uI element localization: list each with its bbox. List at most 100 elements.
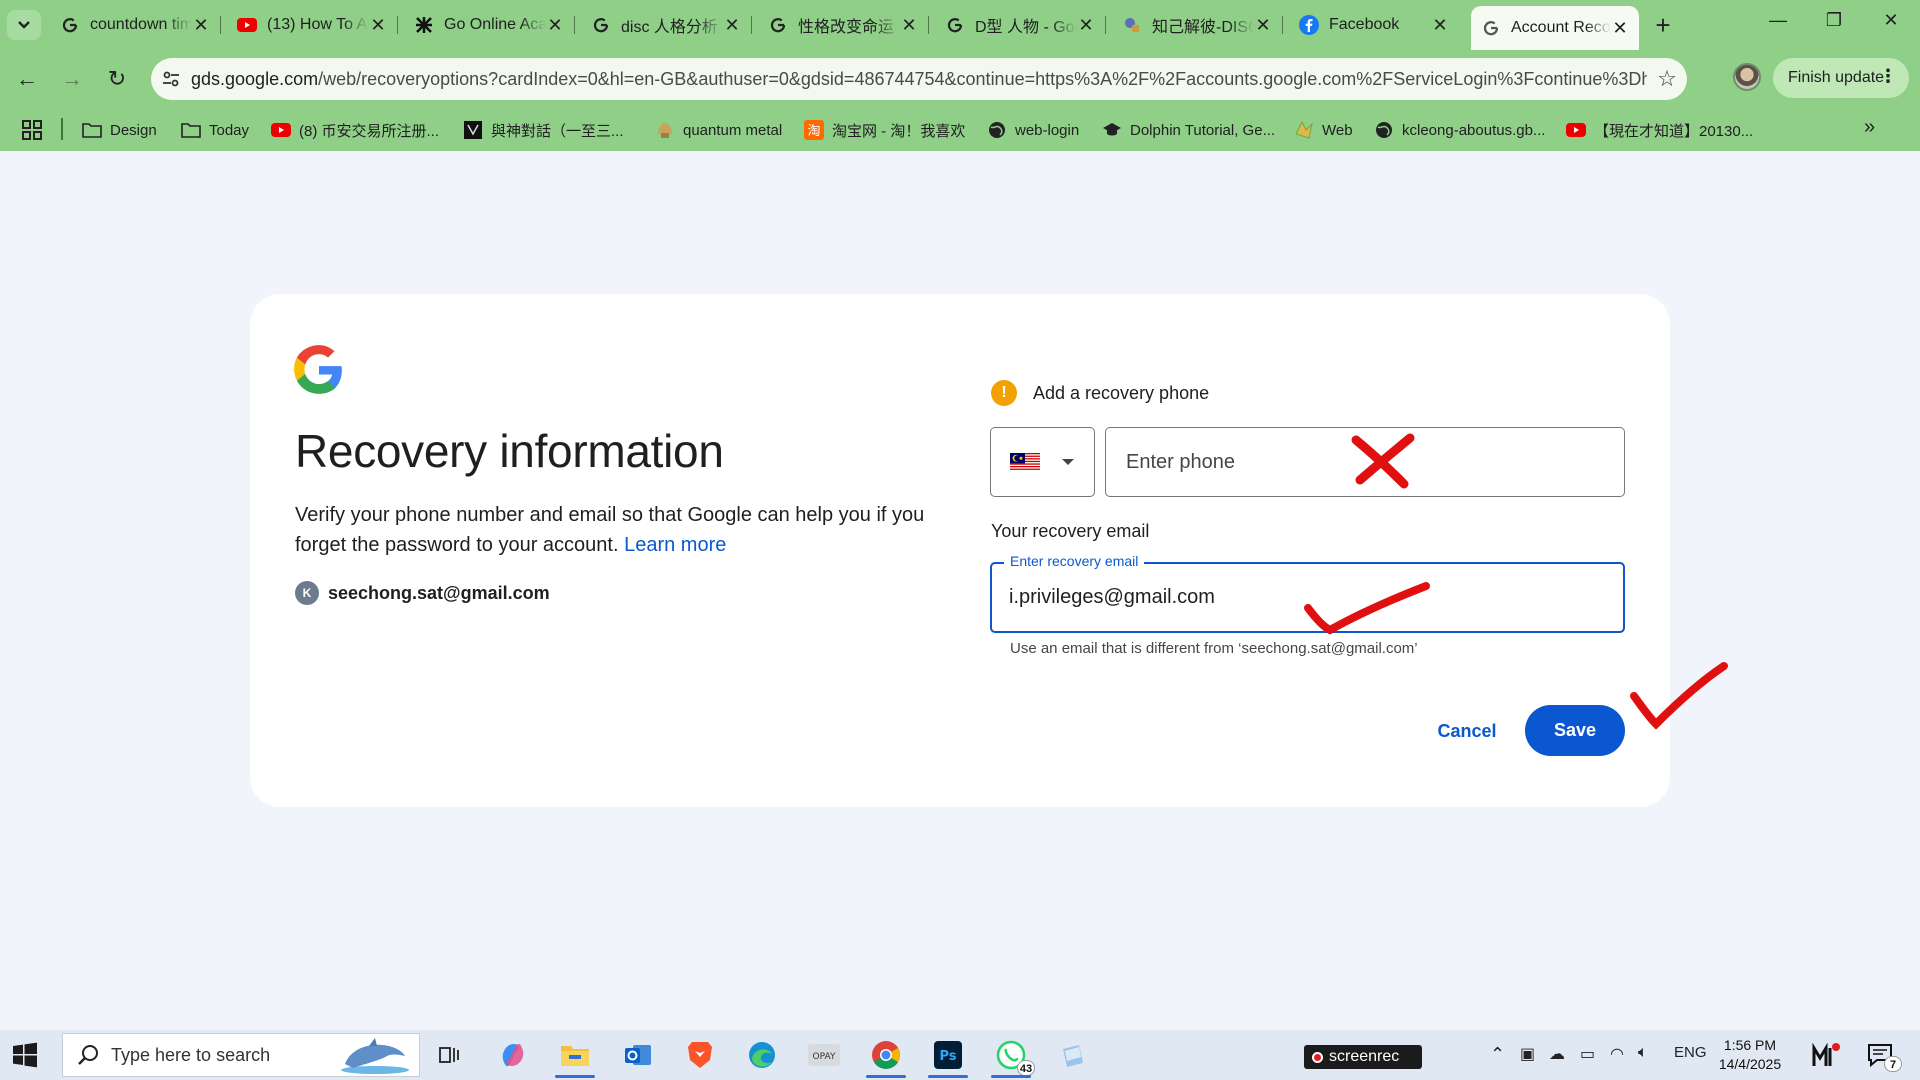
tab-go-online[interactable]: Go Online Acad ✕ bbox=[404, 8, 575, 42]
brave-browser-icon[interactable] bbox=[680, 1036, 720, 1074]
bookmarks-bar: Design Today (8) 币安交易所注册... 與神對話（一至三... … bbox=[0, 108, 1920, 151]
tab-account-recovery[interactable]: Account Recov ✕ bbox=[1471, 6, 1639, 50]
cloud-icon[interactable]: ☁ bbox=[1549, 1044, 1565, 1064]
screenrec-indicator[interactable]: screenrec bbox=[1304, 1045, 1422, 1069]
annotation-cross-icon bbox=[1351, 433, 1415, 489]
toolbar: ← → ↻ gds.google.com/web/recoveryoptions… bbox=[0, 50, 1920, 108]
language-indicator[interactable]: ENG bbox=[1674, 1044, 1707, 1061]
bookmarks-more-icon[interactable]: » bbox=[1864, 116, 1875, 139]
file-explorer-icon[interactable] bbox=[555, 1036, 595, 1078]
close-icon[interactable]: ✕ bbox=[1611, 18, 1629, 39]
forward-button[interactable]: → bbox=[55, 62, 89, 96]
photoshop-icon[interactable]: Ps bbox=[928, 1036, 968, 1078]
profile-avatar[interactable] bbox=[1733, 63, 1761, 91]
close-window-button[interactable]: ✕ bbox=[1871, 10, 1911, 40]
svg-text:淘: 淘 bbox=[807, 124, 820, 139]
wifi-icon[interactable]: ◠ bbox=[1610, 1044, 1624, 1064]
app-icon bbox=[1122, 15, 1142, 35]
phone-section-header: ! Add a recovery phone bbox=[991, 380, 1209, 406]
bookmark-web[interactable]: Web bbox=[1294, 117, 1353, 143]
close-icon[interactable]: ✕ bbox=[369, 15, 387, 36]
finish-update-button[interactable]: Finish update ⋮ bbox=[1773, 58, 1909, 98]
bookmark-design[interactable]: Design bbox=[82, 117, 157, 143]
volume-icon[interactable]: 🔈︎ bbox=[1638, 1044, 1648, 1062]
youtube-icon bbox=[1566, 120, 1586, 140]
arrow-left-icon: ← bbox=[16, 66, 38, 91]
site-info-icon[interactable] bbox=[151, 58, 191, 100]
clock[interactable]: 1:56 PM 14/4/2025 bbox=[1710, 1036, 1790, 1074]
save-button[interactable]: Save bbox=[1525, 705, 1625, 756]
task-view-icon[interactable] bbox=[430, 1036, 470, 1074]
copilot-icon[interactable] bbox=[493, 1036, 533, 1074]
tab-youtube[interactable]: (13) How To Ac ✕ bbox=[227, 8, 398, 42]
bookmark-quantum-metal[interactable]: quantum metal bbox=[655, 117, 782, 143]
battery-icon[interactable]: ▭ bbox=[1580, 1044, 1595, 1064]
active-indicator bbox=[991, 1075, 1031, 1078]
bookmark-taobao[interactable]: 淘 淘宝网 - 淘！我喜欢 bbox=[804, 117, 965, 143]
bookmark-star-icon[interactable]: ☆ bbox=[1647, 66, 1687, 92]
taskbar-search[interactable]: Type here to search bbox=[62, 1033, 420, 1077]
url-text: gds.google.com/web/recoveryoptions?cardI… bbox=[191, 68, 1647, 89]
record-icon bbox=[1312, 1051, 1323, 1063]
tab-search-button[interactable] bbox=[7, 10, 41, 40]
web-icon bbox=[1294, 120, 1314, 140]
tab-separator bbox=[1105, 16, 1106, 34]
tab-d-type[interactable]: D型 人物 - Goo ✕ bbox=[935, 8, 1106, 42]
close-icon[interactable]: ✕ bbox=[192, 15, 210, 36]
app-tray-icon[interactable] bbox=[1806, 1036, 1846, 1074]
close-icon[interactable]: ✕ bbox=[546, 15, 564, 36]
back-button[interactable]: ← bbox=[10, 62, 44, 96]
tab-disc[interactable]: disc 人格分析 ✕ bbox=[581, 8, 752, 42]
avatar: K bbox=[295, 581, 319, 605]
tab-separator bbox=[1282, 16, 1283, 34]
opay-icon[interactable]: OPAY bbox=[804, 1036, 844, 1074]
restore-button[interactable]: ❐ bbox=[1814, 10, 1854, 40]
notepad-app-icon[interactable] bbox=[1053, 1036, 1093, 1074]
tab-countdown[interactable]: countdown timer ✕ bbox=[50, 8, 221, 42]
google-g-icon bbox=[1481, 18, 1501, 38]
chevron-up-icon[interactable]: ⌃ bbox=[1490, 1044, 1505, 1065]
bookmark-kcleong[interactable]: kcleong-aboutus.gb... bbox=[1374, 117, 1545, 143]
bookmark-today[interactable]: Today bbox=[181, 117, 249, 143]
reload-button[interactable]: ↻ bbox=[100, 62, 134, 96]
close-icon[interactable]: ✕ bbox=[723, 15, 741, 36]
recovery-email-input[interactable] bbox=[1009, 582, 1589, 612]
windows-start-icon[interactable] bbox=[12, 1042, 38, 1068]
tab-disc-2[interactable]: 知己解彼-DISC ✕ bbox=[1112, 8, 1283, 42]
bookmark-now-know[interactable]: 【現在才知道】20130... bbox=[1566, 117, 1753, 143]
email-hint: Use an email that is different from ‘see… bbox=[1010, 640, 1418, 657]
account-chip: K seechong.sat@gmail.com bbox=[295, 581, 550, 605]
bookmark-dolphin-tutorial[interactable]: Dolphin Tutorial, Ge... bbox=[1102, 117, 1275, 143]
country-code-select[interactable] bbox=[990, 427, 1095, 497]
whatsapp-icon[interactable]: 43 bbox=[991, 1036, 1035, 1078]
notifications-icon[interactable]: 7 bbox=[1860, 1036, 1902, 1074]
close-icon[interactable]: ✕ bbox=[900, 15, 918, 36]
address-bar[interactable]: gds.google.com/web/recoveryoptions?cardI… bbox=[151, 58, 1687, 100]
chevron-down-icon bbox=[1062, 459, 1074, 465]
tab-facebook[interactable]: Facebook ✕ bbox=[1289, 8, 1459, 42]
bookmark-conversations[interactable]: 與神對話（一至三... bbox=[463, 117, 624, 143]
warning-icon: ! bbox=[991, 380, 1017, 406]
notification-count: 7 bbox=[1884, 1056, 1902, 1072]
facebook-icon bbox=[1299, 15, 1319, 35]
meet-now-icon[interactable]: ▣ bbox=[1520, 1044, 1535, 1064]
outlook-icon[interactable] bbox=[618, 1036, 658, 1074]
apps-grid-icon[interactable] bbox=[20, 118, 44, 142]
minimize-button[interactable]: — bbox=[1758, 10, 1798, 40]
recovery-card: Recovery information Verify your phone n… bbox=[250, 294, 1670, 807]
close-icon[interactable]: ✕ bbox=[1431, 15, 1449, 36]
tab-personality[interactable]: 性格改变命运 ✕ bbox=[758, 8, 929, 42]
cancel-button[interactable]: Cancel bbox=[1427, 707, 1507, 755]
close-icon[interactable]: ✕ bbox=[1254, 15, 1272, 36]
bookmark-binance[interactable]: (8) 币安交易所注册... bbox=[271, 117, 439, 143]
folder-icon bbox=[82, 120, 102, 140]
google-g-icon bbox=[945, 15, 965, 35]
chrome-icon[interactable] bbox=[866, 1036, 906, 1078]
google-g-icon bbox=[768, 15, 788, 35]
bookmark-web-login[interactable]: web-login bbox=[987, 117, 1079, 143]
close-icon[interactable]: ✕ bbox=[1077, 15, 1095, 36]
learn-more-link[interactable]: Learn more bbox=[624, 534, 726, 556]
tab-separator bbox=[397, 16, 398, 34]
edge-browser-icon[interactable] bbox=[742, 1036, 782, 1074]
new-tab-button[interactable]: + bbox=[1649, 12, 1677, 40]
